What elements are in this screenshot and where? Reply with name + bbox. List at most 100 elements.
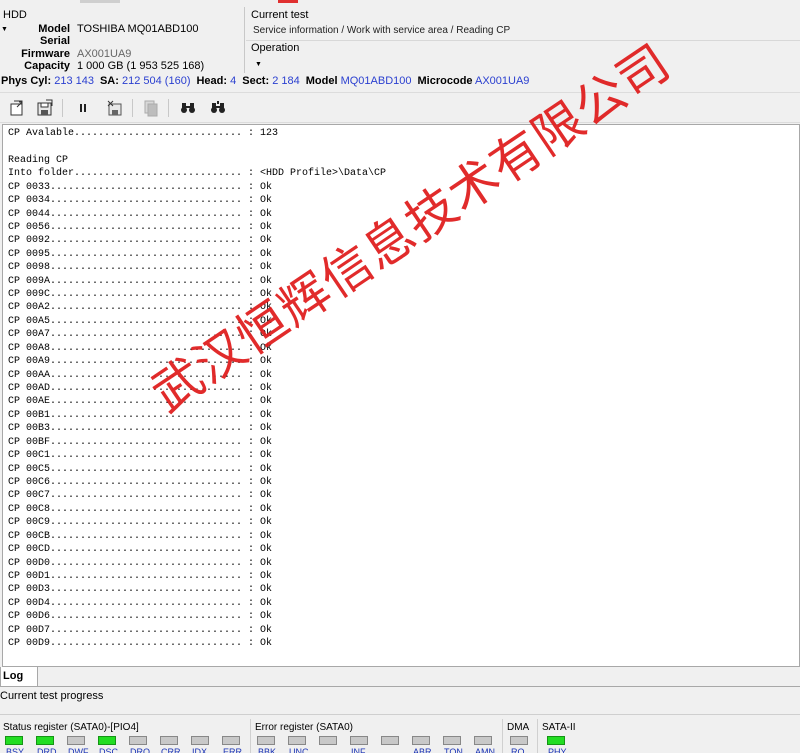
hdd-capacity-label: Capacity [24,60,70,72]
operation-panel: Operation ▼ [246,40,800,74]
led-drd [36,736,54,745]
log-line: CP 00D7................................ … [8,624,273,636]
sect-label: Sect: [242,75,270,87]
hdd-panel: HDD ▼ Model TOSHIBA MQ01ABD100 Serial Fi… [0,7,242,75]
log-line: CP 00D1................................ … [8,570,273,582]
log-line: CP 00A7................................ … [8,329,273,341]
led-crr [160,736,178,745]
phys-cyl-label: Phys Cyl: [1,75,52,87]
log-line: CP 0034................................ … [8,195,273,207]
hdd-model-label: Model [38,23,70,35]
led-label: AMN [475,747,495,753]
log-line: CP 00A9................................ … [8,356,273,368]
model-value: MQ01ABD100 [340,75,412,87]
microcode-label: Microcode [417,75,473,87]
toolbar-separator [132,99,133,117]
log-line: CP 00B1................................ … [8,409,273,421]
register-bar: Status register (SATA0)-[PIO4] BSY DRD DWF… [0,714,800,753]
led-label: DRQ [130,747,150,753]
log-lines: CP Avalable............................ … [8,127,386,650]
led-err [222,736,240,745]
led-idx [191,736,209,745]
log-line: CP Avalable............................ … [8,128,279,139]
current-test-title: Current test [251,9,309,21]
current-test-value: Service information / Work with service … [253,25,511,36]
led-abr [412,736,430,745]
find-next-icon[interactable] [207,98,229,118]
hdd-firmware-value: AX001UA9 [77,48,132,60]
hdd-serial-label: Serial [40,35,70,47]
dma-group: DMA RQ [504,715,536,753]
log-line: CP 00D9................................ … [8,638,273,650]
led-bbk [257,736,275,745]
log-line: CP 00B3................................ … [8,423,273,435]
hdd-capacity-value: 1 000 GB (1 953 525 168) [77,60,205,72]
log-line: CP 0033................................ … [8,181,273,193]
toolbar-separator [62,99,63,117]
dma-title: DMA [507,722,530,733]
led-label: ERR [223,747,243,753]
led-drq [129,736,147,745]
log-line: CP 0056................................ … [8,221,273,233]
log-line: CP 00D6................................ … [8,611,273,623]
led-label: DWF [68,747,89,753]
log-line: CP 00AE................................ … [8,396,273,408]
led-unc [288,736,306,745]
toolbar [0,92,800,123]
led-label: ABR [413,747,432,753]
log-line: CP 00D4................................ … [8,597,273,609]
log-line: CP 00CD................................ … [8,544,273,556]
drive-info-bar: Phys Cyl: 213 143 SA: 212 504 (160) Head: … [0,75,800,91]
export-icon[interactable] [6,98,28,118]
sect-value: 2 184 [272,75,300,87]
led-phy [547,736,565,745]
led-dwf [67,736,85,745]
operation-title: Operation [251,42,300,54]
find-icon[interactable] [177,98,199,118]
led-label: CRR [161,747,181,753]
log-line: CP 0092................................ … [8,235,273,247]
log-line: Reading CP [8,154,69,166]
sa-label: SA: [99,75,119,87]
hdd-firmware-label: Firmware [21,48,70,60]
led-amn [474,736,492,745]
error-register-title: Error register (SATA0) [255,722,353,733]
led-inf [350,736,368,745]
pause-icon[interactable] [72,98,94,118]
log-line: CP 00C7................................ … [8,490,273,502]
log-output[interactable]: CP Avalable............................ … [2,124,800,667]
hdd-title: HDD [3,9,27,21]
log-line: CP 00AD................................ … [8,383,273,395]
led-label: BSY [6,747,25,753]
log-line: CP 00A8................................ … [8,342,273,354]
tab-bar: Log [0,667,800,687]
sata-title: SATA-II [542,722,576,733]
copy-icon[interactable] [140,98,162,118]
save-icon[interactable] [34,98,56,118]
group-separator [250,719,251,753]
led-label: PHY [548,747,567,753]
operation-dropdown-icon[interactable]: ▼ [255,61,262,68]
log-line: CP 00C5................................ … [8,463,273,475]
status-register-group: Status register (SATA0)-[PIO4] BSY DRD DWF… [0,715,248,753]
top-tab-marker-red [278,0,298,3]
head-value: 4 [230,75,237,87]
stop-save-icon[interactable] [104,98,126,118]
log-line: CP 00C9................................ … [8,517,273,529]
current-test-progress-label: Current test progress [0,690,104,702]
led-ton [443,736,461,745]
sata-group: SATA-II PHY [539,715,599,753]
model-label: Model [305,75,338,87]
log-line: CP 00A5................................ … [8,315,273,327]
tab-log[interactable]: Log [0,667,38,687]
group-separator [537,719,538,753]
hdd-capacity-row: Capacity 1 000 GB (1 953 525 168) [0,60,242,73]
hdd-serial-row: Serial [0,35,242,48]
log-line: CP 00CB................................ … [8,530,273,542]
log-line: CP 009C................................ … [8,289,273,301]
panel-divider [244,7,245,73]
phys-cyl-value: 213 143 [54,75,94,87]
current-test-panel: Current test Service information / Work … [246,7,800,43]
led-label: BBK [258,747,277,753]
